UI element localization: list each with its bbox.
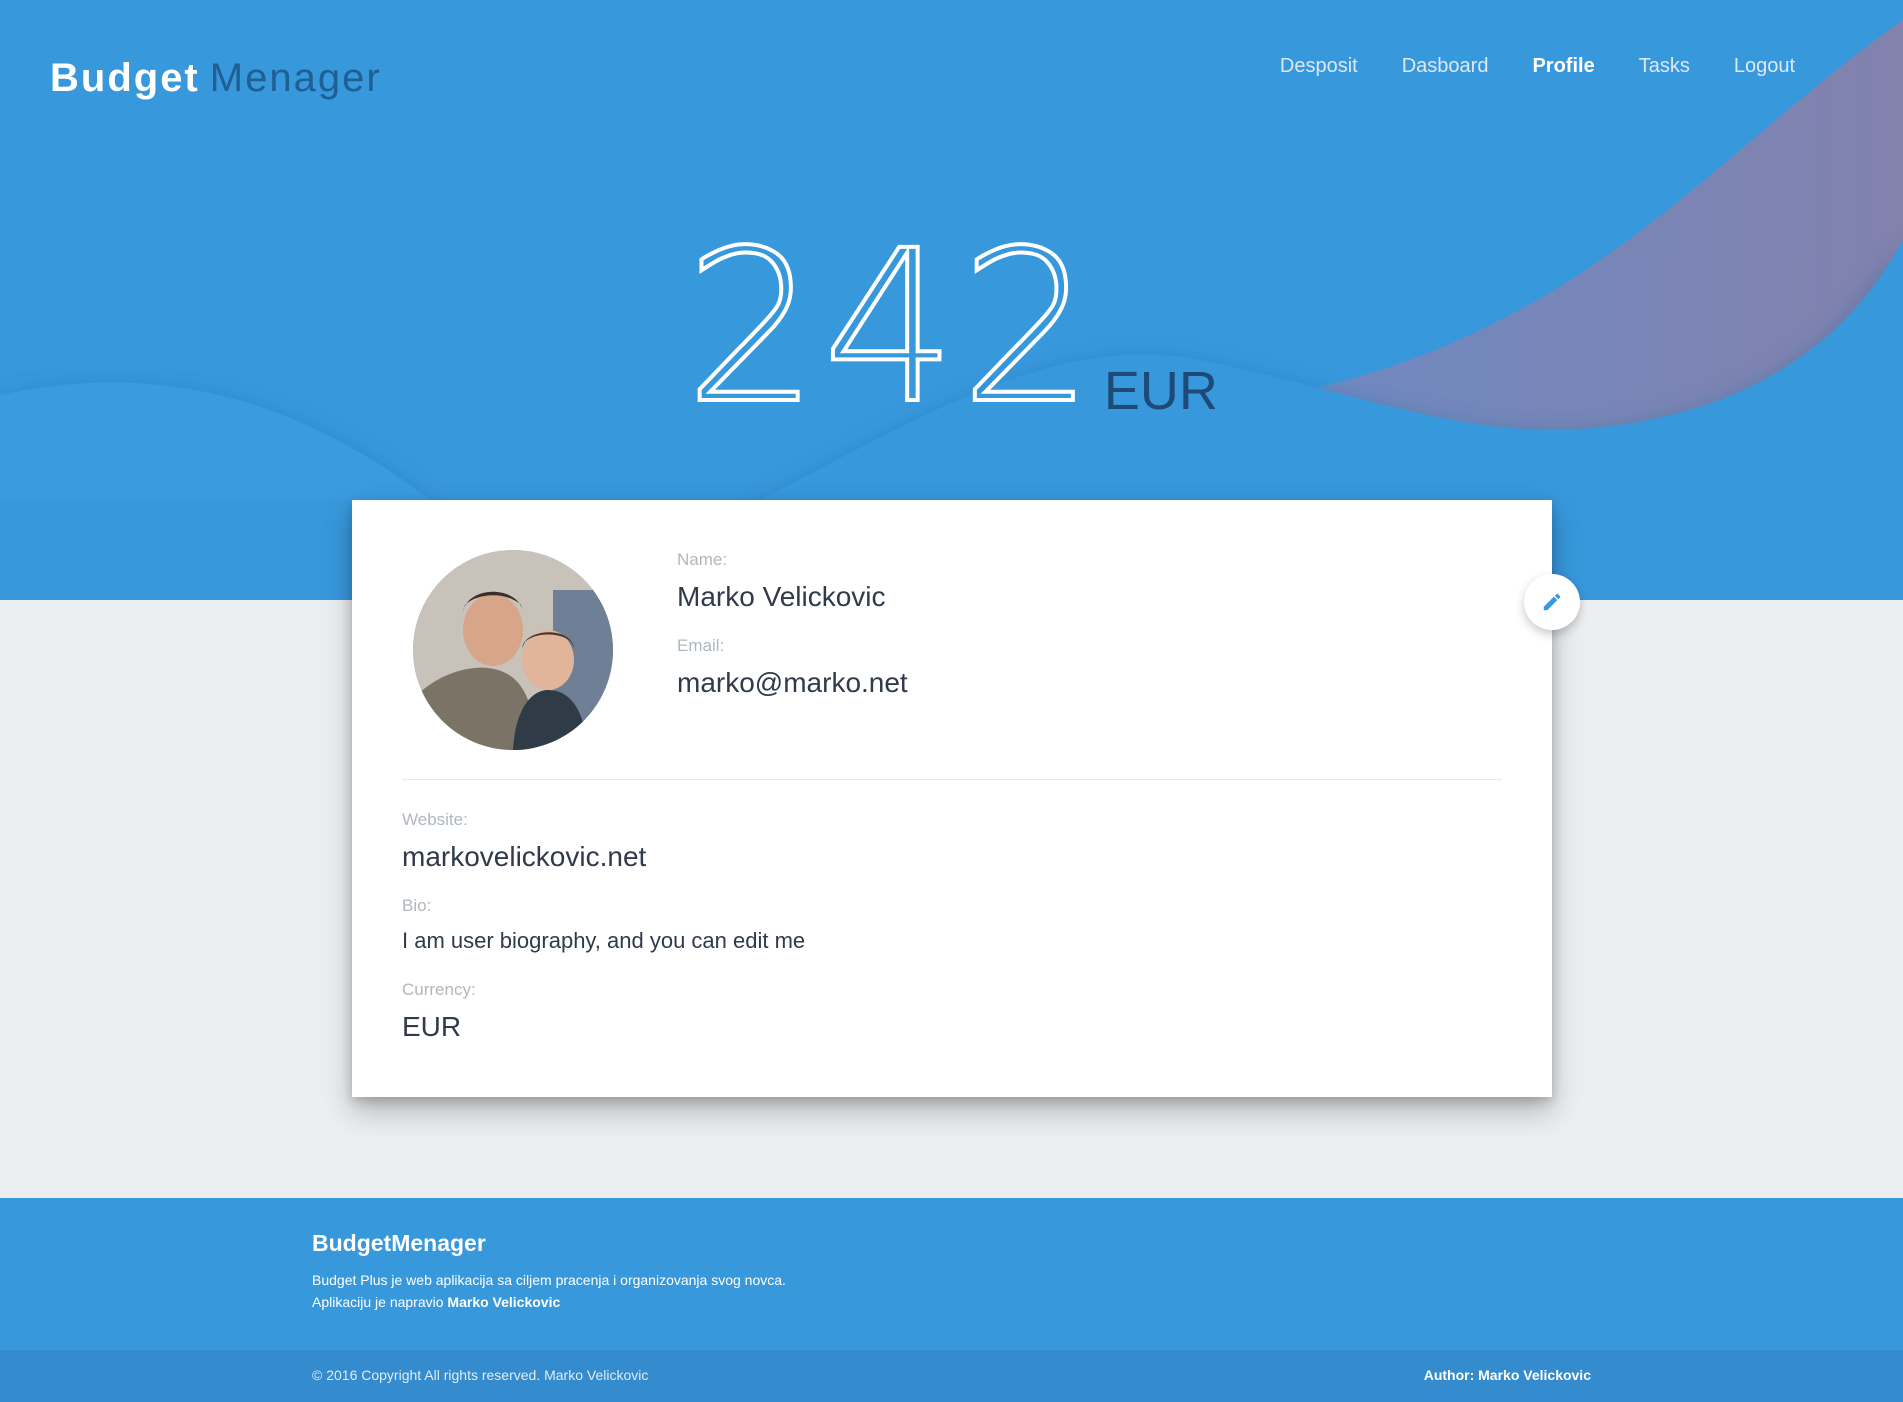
avatar-photo xyxy=(413,550,613,750)
avatar xyxy=(413,550,613,750)
footer-bottom-bar: © 2016 Copyright All rights reserved. Ma… xyxy=(0,1350,1903,1402)
currency-value: EUR xyxy=(402,1011,462,1042)
currency-field: Currency: EUR xyxy=(402,980,805,1044)
nav-deposit[interactable]: Desposit xyxy=(1258,52,1380,80)
card-divider xyxy=(402,779,1502,780)
edit-profile-button[interactable] xyxy=(1524,574,1580,630)
brand-bold-text: Budget xyxy=(50,56,200,100)
balance-currency: EUR xyxy=(1103,361,1218,421)
name-label: Name: xyxy=(677,550,728,569)
nav-tasks[interactable]: Tasks xyxy=(1617,52,1712,80)
profile-card: Name: Marko Velickovic Email: marko@mark… xyxy=(352,500,1552,1097)
footer: BudgetMenager Budget Plus je web aplikac… xyxy=(0,1198,1903,1350)
copyright-text: © 2016 Copyright All rights reserved. Ma… xyxy=(312,1367,649,1383)
name-field: Name: Marko Velickovic xyxy=(677,550,908,614)
nav-logout[interactable]: Logout xyxy=(1712,52,1817,80)
footer-line-1: Budget Plus je web aplikacija sa ciljem … xyxy=(312,1272,786,1288)
bio-value: I am user biography, and you can edit me xyxy=(402,928,806,953)
website-field: Website: markovelickovic.net xyxy=(402,810,805,874)
email-label: Email: xyxy=(677,636,725,655)
main-nav: Desposit Dasboard Profile Tasks Logout xyxy=(1258,52,1817,80)
profile-bottom-fields: Website: markovelickovic.net Bio: I am u… xyxy=(402,810,805,1044)
email-value: marko@marko.net xyxy=(677,667,908,698)
website-label: Website: xyxy=(402,810,468,829)
brand-light-text: Menager xyxy=(209,56,382,100)
nav-dashboard[interactable]: Dasboard xyxy=(1380,52,1511,80)
bio-field: Bio: I am user biography, and you can ed… xyxy=(402,896,805,958)
profile-top-fields: Name: Marko Velickovic Email: marko@mark… xyxy=(677,550,908,700)
brand-logo[interactable]: Budget Menager xyxy=(50,56,382,101)
website-value: markovelickovic.net xyxy=(402,841,647,872)
balance-display: 242 EUR xyxy=(0,205,1903,450)
nav-profile[interactable]: Profile xyxy=(1510,52,1616,80)
footer-title: BudgetMenager xyxy=(312,1230,486,1256)
name-value: Marko Velickovic xyxy=(677,581,886,612)
pencil-icon xyxy=(1543,593,1561,611)
footer-line-2: Aplikaciju je napravio Marko Velickovic xyxy=(312,1291,786,1313)
currency-label: Currency: xyxy=(402,980,476,999)
footer-line-2-author: Marko Velickovic xyxy=(447,1294,561,1310)
balance-amount: 242 xyxy=(683,205,1098,450)
email-field: Email: marko@marko.net xyxy=(677,636,908,700)
footer-line-2-prefix: Aplikaciju je napravio xyxy=(312,1294,444,1310)
bio-label: Bio: xyxy=(402,896,432,915)
author-text: Author: Marko Velickovic xyxy=(1423,1367,1591,1383)
footer-description: Budget Plus je web aplikacija sa ciljem … xyxy=(312,1269,786,1313)
